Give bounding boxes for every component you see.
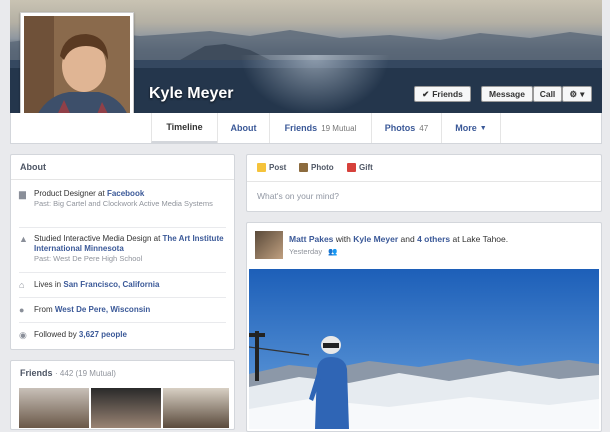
graduation-cap-icon: ▲ <box>19 234 28 244</box>
tab-timeline[interactable]: Timeline <box>151 113 217 143</box>
composer-tab-post[interactable]: Post <box>257 163 286 172</box>
lives-prefix: Lives in <box>34 280 64 289</box>
composer-tab-gift[interactable]: Gift <box>347 163 373 172</box>
message-button[interactable]: Message <box>481 86 533 102</box>
followed-prefix: Followed by <box>34 330 79 339</box>
friend-thumbnail[interactable] <box>91 388 161 428</box>
settings-menu-button[interactable]: ⚙ ▾ <box>562 86 592 102</box>
home-icon: ⌂ <box>19 280 25 290</box>
briefcase-icon: ▆ <box>19 189 26 199</box>
friends-button-label: Friends <box>432 89 463 99</box>
author-avatar[interactable] <box>255 231 283 259</box>
tab-photos-label: Photos <box>384 123 416 133</box>
friends-card-header: Friends · 442 (19 Mutual) <box>11 361 234 385</box>
divider <box>19 322 226 323</box>
story-tagged-link[interactable]: Kyle Meyer <box>353 234 398 244</box>
story-timestamp[interactable]: Yesterday <box>289 247 322 256</box>
divider <box>19 227 226 228</box>
about-work: ▆ Product Designer at Facebook Past: Big… <box>19 189 226 209</box>
call-button[interactable]: Call <box>533 86 562 102</box>
tab-more[interactable]: More ▼ <box>441 113 501 143</box>
from-prefix: From <box>34 305 55 314</box>
work-prefix: Product Designer at <box>34 189 107 198</box>
profile-name: Kyle Meyer <box>149 85 234 102</box>
photo-icon <box>299 163 308 172</box>
caret-down-icon: ▼ <box>479 124 487 132</box>
story-with-text: with <box>333 234 354 244</box>
about-card-title: About <box>11 155 234 180</box>
tab-photos[interactable]: Photos 47 <box>371 113 441 143</box>
friends-button[interactable]: ✔ Friends <box>414 86 471 102</box>
tab-about[interactable]: About <box>217 113 269 143</box>
tab-friends[interactable]: Friends 19 Mutual <box>269 113 371 143</box>
about-followers-text: Followed by 3,627 people <box>34 330 127 340</box>
work-past: Past: Big Cartel and Clockwork Active Me… <box>34 199 213 208</box>
story-author-link[interactable]: Matt Pakes <box>289 234 333 244</box>
story-header: Matt Pakes with Kyle Meyer and 4 others … <box>289 234 508 244</box>
composer-post-label: Post <box>269 163 287 172</box>
message-button-label: Message <box>489 89 525 99</box>
composer-gift-label: Gift <box>359 163 373 172</box>
gear-icon: ⚙ <box>569 88 578 99</box>
composer: Post Photo Gift What's on your mind? <box>246 154 602 212</box>
composer-photo-label: Photo <box>311 163 334 172</box>
tab-friends-label: Friends <box>284 123 318 133</box>
friends-privacy-icon[interactable]: 👥 <box>328 247 337 256</box>
about-from-text: From West De Pere, Wisconsin <box>34 305 150 315</box>
post-icon <box>257 163 266 172</box>
location-pin-icon: ● <box>19 305 25 315</box>
caret-down-icon: ▾ <box>580 88 585 99</box>
edu-past: Past: West De Pere High School <box>34 254 143 263</box>
status-input[interactable]: What's on your mind? <box>257 191 339 201</box>
composer-tab-photo[interactable]: Photo <box>299 163 334 172</box>
lives-place-link[interactable]: San Francisco, California <box>63 280 159 289</box>
boat-wake <box>240 55 390 113</box>
tab-photos-count: 47 <box>419 123 429 133</box>
profile-photo-shapes <box>24 16 130 122</box>
divider <box>19 272 226 273</box>
friend-thumbnail[interactable] <box>163 388 229 428</box>
about-lives-text: Lives in San Francisco, California <box>34 280 159 290</box>
tab-friends-count: 19 Mutual <box>321 123 357 133</box>
work-company-link[interactable]: Facebook <box>107 189 144 198</box>
about-education: ▲ Studied Interactive Media Design at Th… <box>19 234 226 264</box>
ski-scene <box>249 269 599 429</box>
story-location-text: at Lake Tahoe. <box>450 234 509 244</box>
tab-timeline-label: Timeline <box>166 122 203 132</box>
check-icon: ✔ <box>422 88 430 99</box>
divider <box>19 297 226 298</box>
friends-card-title[interactable]: Friends <box>20 368 53 378</box>
from-place-link[interactable]: West De Pere, Wisconsin <box>55 305 150 314</box>
story-and-text: and <box>398 234 418 244</box>
friends-card-count: · 442 (19 Mutual) <box>55 369 116 378</box>
tab-about-label: About <box>230 123 257 133</box>
gift-icon <box>347 163 356 172</box>
friend-thumbnail[interactable] <box>19 388 89 428</box>
about-followers: ◉ Followed by 3,627 people <box>19 330 226 340</box>
profile-nav: Timeline About Friends 19 Mutual Photos … <box>10 113 602 144</box>
story-photo[interactable] <box>249 269 599 429</box>
about-card: About ▆ Product Designer at Facebook Pas… <box>10 154 235 350</box>
profile-photo <box>24 16 130 122</box>
story-meta: Yesterday 👥 <box>289 247 338 256</box>
call-button-label: Call <box>539 89 556 99</box>
tab-more-label: More <box>455 123 477 133</box>
followers-icon: ◉ <box>19 330 27 340</box>
about-education-text: Studied Interactive Media Design at The … <box>34 234 226 264</box>
about-from: ● From West De Pere, Wisconsin <box>19 305 226 315</box>
profile-picture[interactable] <box>20 12 134 126</box>
followers-link[interactable]: 3,627 people <box>79 330 127 339</box>
story-card: Matt Pakes with Kyle Meyer and 4 others … <box>246 222 602 432</box>
divider <box>247 181 601 182</box>
edu-prefix: Studied Interactive Media Design at <box>34 234 163 243</box>
about-work-text: Product Designer at Facebook Past: Big C… <box>34 189 213 209</box>
story-others-link[interactable]: 4 others <box>417 234 450 244</box>
about-lives: ⌂ Lives in San Francisco, California <box>19 280 226 290</box>
